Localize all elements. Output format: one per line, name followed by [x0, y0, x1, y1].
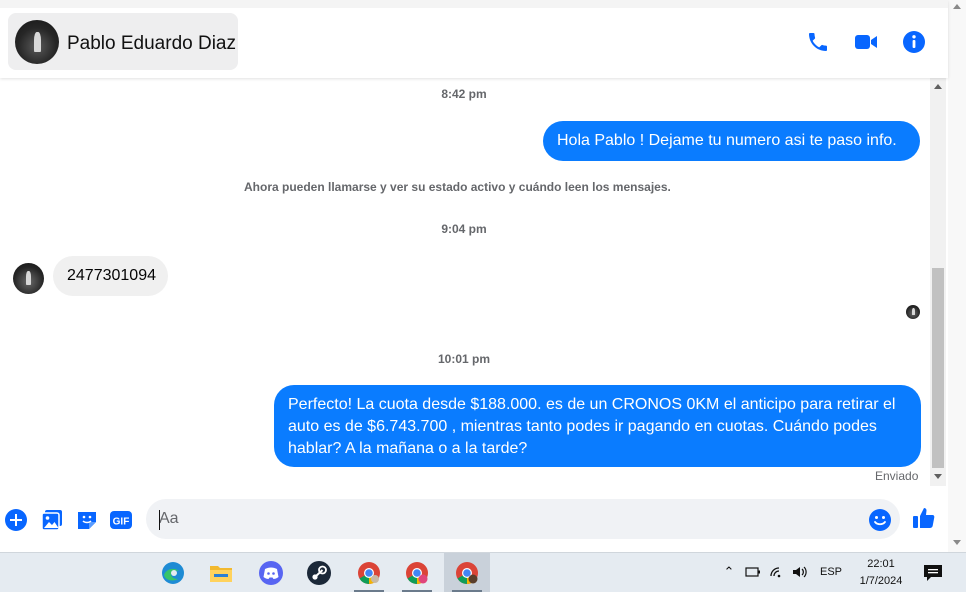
- page-scroll-down-arrow[interactable]: [953, 540, 961, 545]
- scroll-thumb[interactable]: [932, 268, 944, 468]
- language-indicator[interactable]: ESP: [820, 566, 842, 578]
- text-caret: [159, 510, 160, 530]
- timestamp: 10:01 pm: [437, 352, 491, 366]
- message-input[interactable]: [146, 499, 900, 539]
- chrome-active-window-icon[interactable]: [444, 553, 490, 592]
- scroll-up-arrow[interactable]: [934, 84, 942, 89]
- notification-center-icon[interactable]: [922, 563, 944, 583]
- phone-call-icon[interactable]: [806, 30, 830, 54]
- timestamp: 9:04 pm: [441, 222, 487, 236]
- volume-icon[interactable]: [791, 563, 809, 581]
- clock-time: 22:01: [867, 558, 895, 570]
- chat-header: Pablo Eduardo Diaz: [0, 0, 948, 78]
- chrome-icon[interactable]: [346, 553, 392, 592]
- thumbs-up-icon[interactable]: [912, 506, 936, 530]
- gif-icon[interactable]: GIF: [109, 508, 133, 532]
- clock-date: 1/7/2024: [859, 575, 903, 587]
- edge-browser-icon[interactable]: [150, 553, 196, 592]
- read-receipt-avatar: [906, 305, 920, 319]
- page-scrollbar[interactable]: [948, 0, 966, 552]
- sender-avatar[interactable]: [13, 263, 44, 294]
- sticker-icon[interactable]: [75, 508, 99, 532]
- contact-profile-button[interactable]: Pablo Eduardo Diaz: [8, 13, 238, 70]
- message-status: Enviado: [875, 469, 919, 483]
- timestamp: 8:42 pm: [441, 87, 487, 101]
- message-composer: GIF: [0, 490, 948, 550]
- video-call-icon[interactable]: [854, 30, 878, 54]
- chat-scrollbar[interactable]: [930, 78, 946, 486]
- photo-gallery-icon[interactable]: [40, 508, 64, 532]
- messenger-window: Pablo Eduardo Diaz 8:42 pm Hola Pablo ! …: [0, 0, 966, 592]
- emoji-icon[interactable]: [868, 508, 892, 532]
- system-notice: Ahora pueden llamarse y ver su estado ac…: [244, 180, 671, 194]
- chrome-profile-icon[interactable]: [394, 553, 440, 592]
- incoming-message[interactable]: 2477301094: [53, 256, 168, 296]
- plus-icon[interactable]: [4, 508, 28, 532]
- chevron-up-icon[interactable]: ⌃: [720, 563, 738, 581]
- outgoing-message[interactable]: Perfecto! La cuota desde $188.000. es de…: [274, 385, 921, 467]
- battery-icon[interactable]: [744, 563, 762, 581]
- outgoing-message[interactable]: Hola Pablo ! Dejame tu numero asi te pas…: [543, 121, 920, 161]
- page-scroll-up-arrow[interactable]: [953, 4, 961, 9]
- scroll-down-arrow[interactable]: [934, 474, 942, 479]
- contact-name: Pablo Eduardo Diaz: [67, 33, 236, 54]
- gif-label: GIF: [113, 517, 130, 528]
- file-explorer-icon[interactable]: [198, 553, 244, 592]
- header-top-strip: [0, 0, 948, 8]
- contact-avatar: [15, 20, 59, 64]
- steam-icon[interactable]: [296, 553, 342, 592]
- discord-icon[interactable]: [248, 553, 294, 592]
- info-icon[interactable]: [902, 30, 926, 54]
- clock[interactable]: 22:01 1/7/2024: [846, 556, 916, 590]
- wifi-icon[interactable]: [768, 563, 786, 581]
- windows-taskbar: ⌃ ESP 22:01 1/7/2024: [0, 552, 966, 592]
